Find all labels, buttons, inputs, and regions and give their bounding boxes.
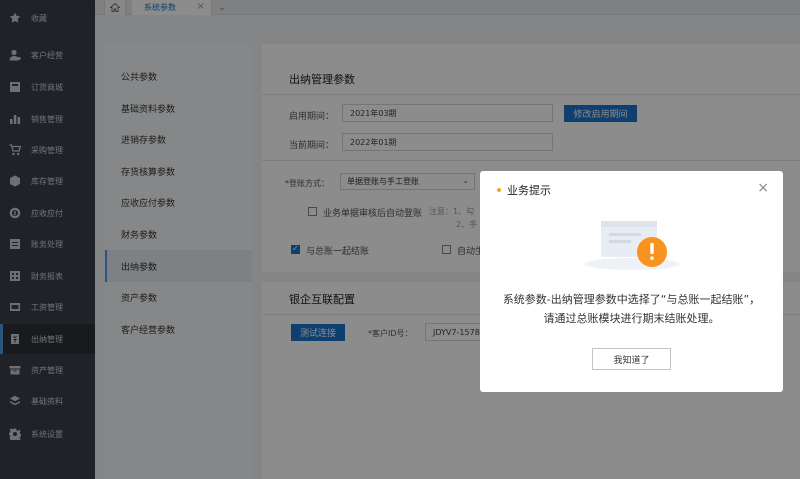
- title-dot: [497, 188, 501, 192]
- warning-illustration-icon: [585, 221, 679, 270]
- close-icon[interactable]: ×: [757, 180, 769, 196]
- acknowledge-button[interactable]: 我知道了: [592, 348, 671, 370]
- business-prompt-dialog: 业务提示 × 系统参数-出纳管理参数中选择了“与总账一起结账”，请通过总账模块进…: [480, 171, 783, 392]
- dialog-message: 系统参数-出纳管理参数中选择了“与总账一起结账”，请通过总账模块进行期末结账处理…: [502, 293, 761, 325]
- dialog-title: 业务提示: [507, 184, 551, 197]
